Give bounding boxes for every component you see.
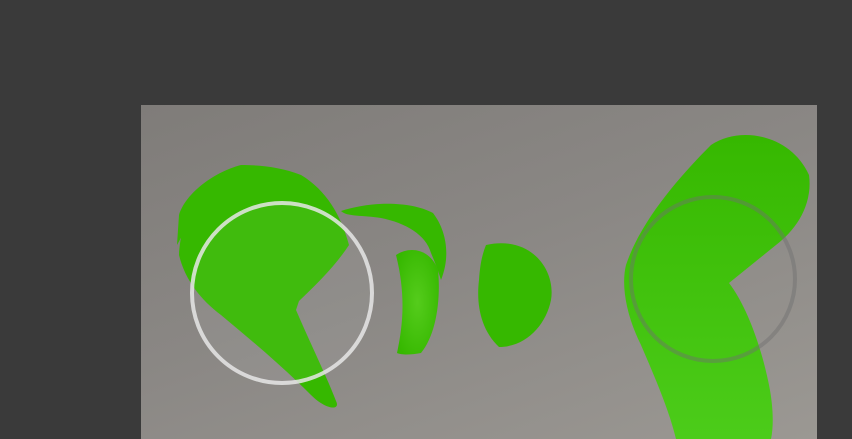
canvas-artwork: [177, 135, 810, 439]
paint-stroke-crescent: [396, 250, 439, 355]
paint-app-workspace: [0, 0, 852, 439]
drawing-canvas[interactable]: [141, 105, 817, 439]
paint-stroke-right-curve: [624, 135, 810, 439]
brush-cursor-active[interactable]: [190, 201, 374, 385]
paint-stroke-half-moon: [478, 243, 552, 347]
